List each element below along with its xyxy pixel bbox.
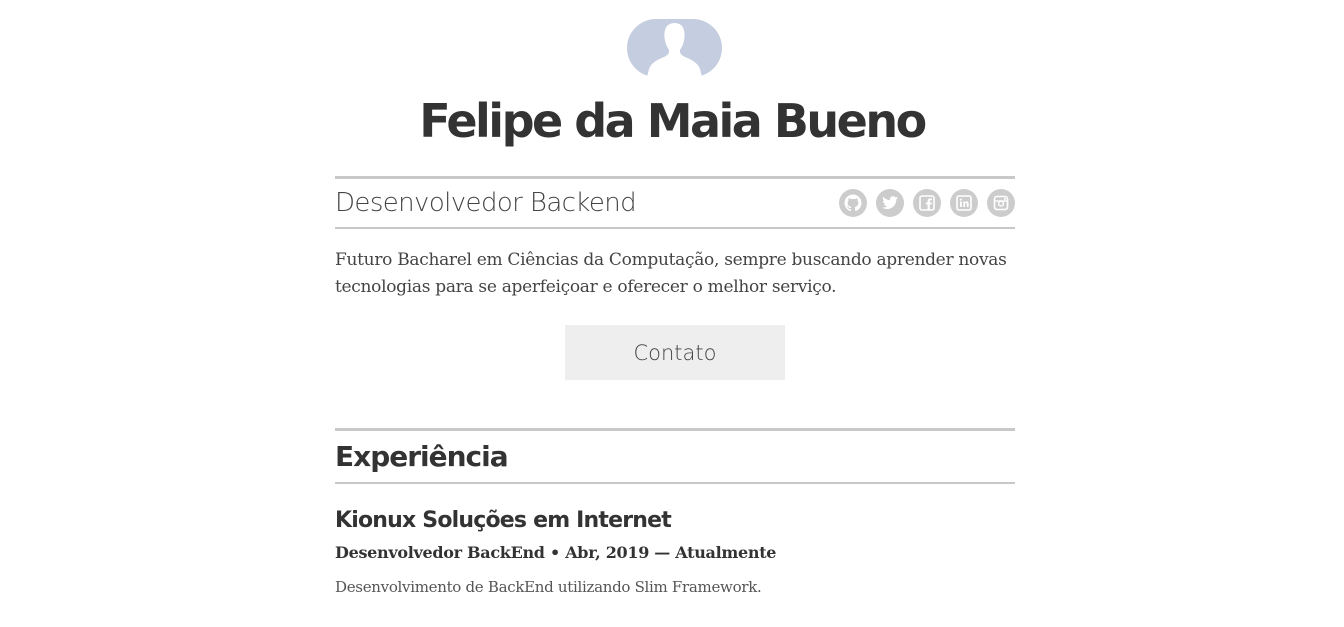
job-meta: Desenvolvedor BackEnd • Abr, 2019 — Atua…: [335, 541, 776, 565]
profile-bio: Futuro Bacharel em Ciências da Computaçã…: [335, 250, 1007, 297]
avatar: [627, 19, 722, 77]
bullet-separator: •: [549, 543, 566, 562]
instagram-link[interactable]: [987, 189, 1015, 217]
contact-button[interactable]: Contato: [565, 325, 785, 380]
divider: [335, 428, 1015, 431]
github-link[interactable]: [839, 189, 867, 217]
role-title: Desenvolvedor Backend: [335, 188, 637, 218]
instagram-icon: [993, 195, 1009, 211]
experience-section-title: Experiência: [335, 440, 509, 473]
job-period: Abr, 2019 — Atualmente: [565, 543, 777, 562]
profile-name: Felipe da Maia Bueno: [419, 94, 927, 148]
divider: [335, 482, 1015, 484]
page: Felipe da Maia Bueno Desenvolvedor Backe…: [0, 0, 1344, 627]
social-links: [839, 189, 1015, 217]
job-position: Desenvolvedor BackEnd: [335, 543, 545, 562]
facebook-link[interactable]: [913, 189, 941, 217]
linkedin-icon: [956, 195, 972, 211]
facebook-icon: [919, 195, 935, 211]
divider: [335, 227, 1015, 229]
user-silhouette-icon: [627, 19, 722, 77]
job-company: Kionux Soluções em Internet: [335, 508, 672, 533]
twitter-link[interactable]: [876, 189, 904, 217]
twitter-icon: [882, 196, 898, 209]
linkedin-link[interactable]: [950, 189, 978, 217]
divider: [335, 176, 1015, 179]
job-description: Desenvolvimento de BackEnd utilizando Sl…: [335, 578, 762, 596]
github-icon: [844, 194, 862, 212]
role-row: Desenvolvedor Backend: [335, 180, 1015, 227]
